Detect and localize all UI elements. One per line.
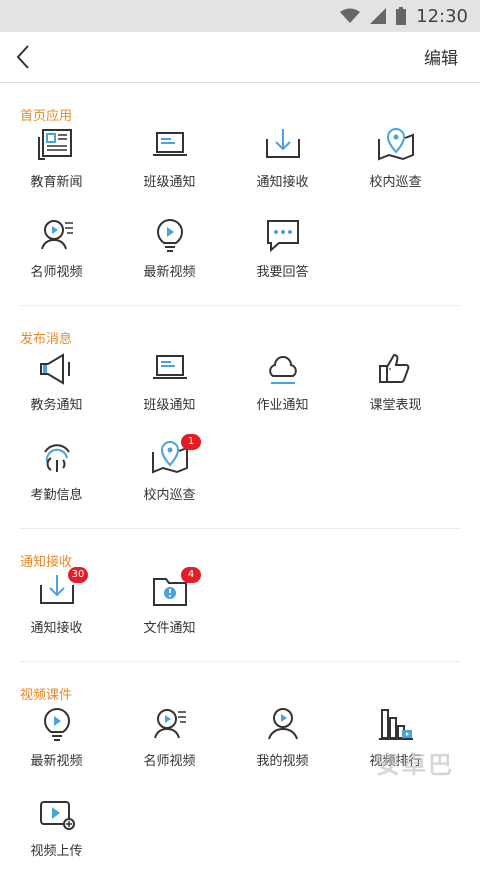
app-label: 教育新闻 [30,175,83,190]
app-video-upload[interactable]: 视频上传 [0,794,113,884]
watermark: 安卓巴 [376,751,454,779]
app-class-notice-publish[interactable]: 班级通知 [113,348,226,438]
section-title: 视频课件 [20,688,73,703]
app-label: 名师视频 [143,754,196,769]
thumbs-up-icon [378,353,409,383]
section-publish: 发布消息 教务通知 班级通知 作业通知 课堂表现 考勤信息 1 校内巡查 [20,306,460,529]
status-time: 12:30 [416,5,468,27]
section-title: 通知接收 [20,555,73,570]
app-label: 作业通知 [256,398,309,413]
app-label: 班级通知 [143,398,196,413]
app-label: 班级通知 [143,175,196,190]
teacher-video-icon [153,709,186,739]
user-play-icon [267,708,298,740]
inbox-download-icon [265,129,300,158]
app-my-video[interactable]: 我的视频 [226,704,339,794]
app-attendance[interactable]: 考勤信息 [0,438,113,528]
map-pin-icon [377,128,414,161]
notification-badge: 30 [68,567,88,583]
newspaper-icon [37,129,72,160]
app-label: 校内巡查 [143,488,196,503]
app-teacher-video[interactable]: 名师视频 [0,215,113,305]
app-education-news[interactable]: 教育新闻 [0,125,113,215]
app-latest-video-2[interactable]: 最新视频 [0,704,113,794]
back-icon[interactable] [10,42,40,72]
cloud-person-icon [268,356,297,384]
chat-bubble-icon [266,220,299,253]
video-upload-icon [39,801,75,830]
app-latest-video[interactable]: 最新视频 [113,215,226,305]
wifi-icon [340,8,361,23]
app-label: 考勤信息 [30,488,83,503]
app-label: 最新视频 [143,265,196,280]
app-label: 我的视频 [256,754,309,769]
laptop-icon [152,355,187,379]
notification-badge: 4 [181,567,201,583]
app-file-notice[interactable]: 4 文件通知 [113,567,226,661]
app-campus-patrol-publish[interactable]: 1 校内巡查 [113,434,226,528]
section-title: 首页应用 [20,109,73,124]
app-label: 通知接收 [256,175,309,190]
bulb-play-icon [43,708,70,741]
bar-chart-icon [378,709,413,740]
fingerprint-icon [43,444,70,472]
signal-icon [370,8,387,24]
top-bar: 编辑 [0,32,480,83]
teacher-video-icon [40,220,73,250]
app-homework-notice[interactable]: 作业通知 [226,348,339,438]
app-label: 最新视频 [30,754,83,769]
app-academic-notice[interactable]: 教务通知 [0,348,113,438]
section-home-apps: 首页应用 教育新闻 班级通知 通知接收 校内巡查 名师视频 最新视频 我要回答 [20,83,460,306]
megaphone-icon [39,353,70,385]
app-label: 课堂表现 [369,398,422,413]
app-notice-receive[interactable]: 通知接收 [226,125,339,215]
app-label: 教务通知 [30,398,83,413]
app-label: 通知接收 [30,621,83,636]
app-campus-patrol[interactable]: 校内巡查 [339,125,452,215]
app-label: 名师视频 [30,265,83,280]
app-notice-receive-2[interactable]: 30 通知接收 [0,567,113,661]
app-label: 文件通知 [143,621,196,636]
app-teacher-video-2[interactable]: 名师视频 [113,704,226,794]
bulb-play-icon [156,219,183,252]
laptop-icon [152,132,187,156]
app-class-notice[interactable]: 班级通知 [113,125,226,215]
app-class-performance[interactable]: 课堂表现 [339,348,452,438]
section-notice-receive: 通知接收 30 通知接收 4 文件通知 [20,529,460,662]
app-label: 校内巡查 [369,175,422,190]
app-label: 视频上传 [30,844,83,859]
edit-button[interactable]: 编辑 [424,44,458,69]
app-my-answer[interactable]: 我要回答 [226,215,339,305]
status-bar: 12:30 [0,0,480,32]
battery-icon [396,7,407,25]
notification-badge: 1 [181,434,201,450]
section-title: 发布消息 [20,332,73,347]
app-label: 我要回答 [256,265,309,280]
